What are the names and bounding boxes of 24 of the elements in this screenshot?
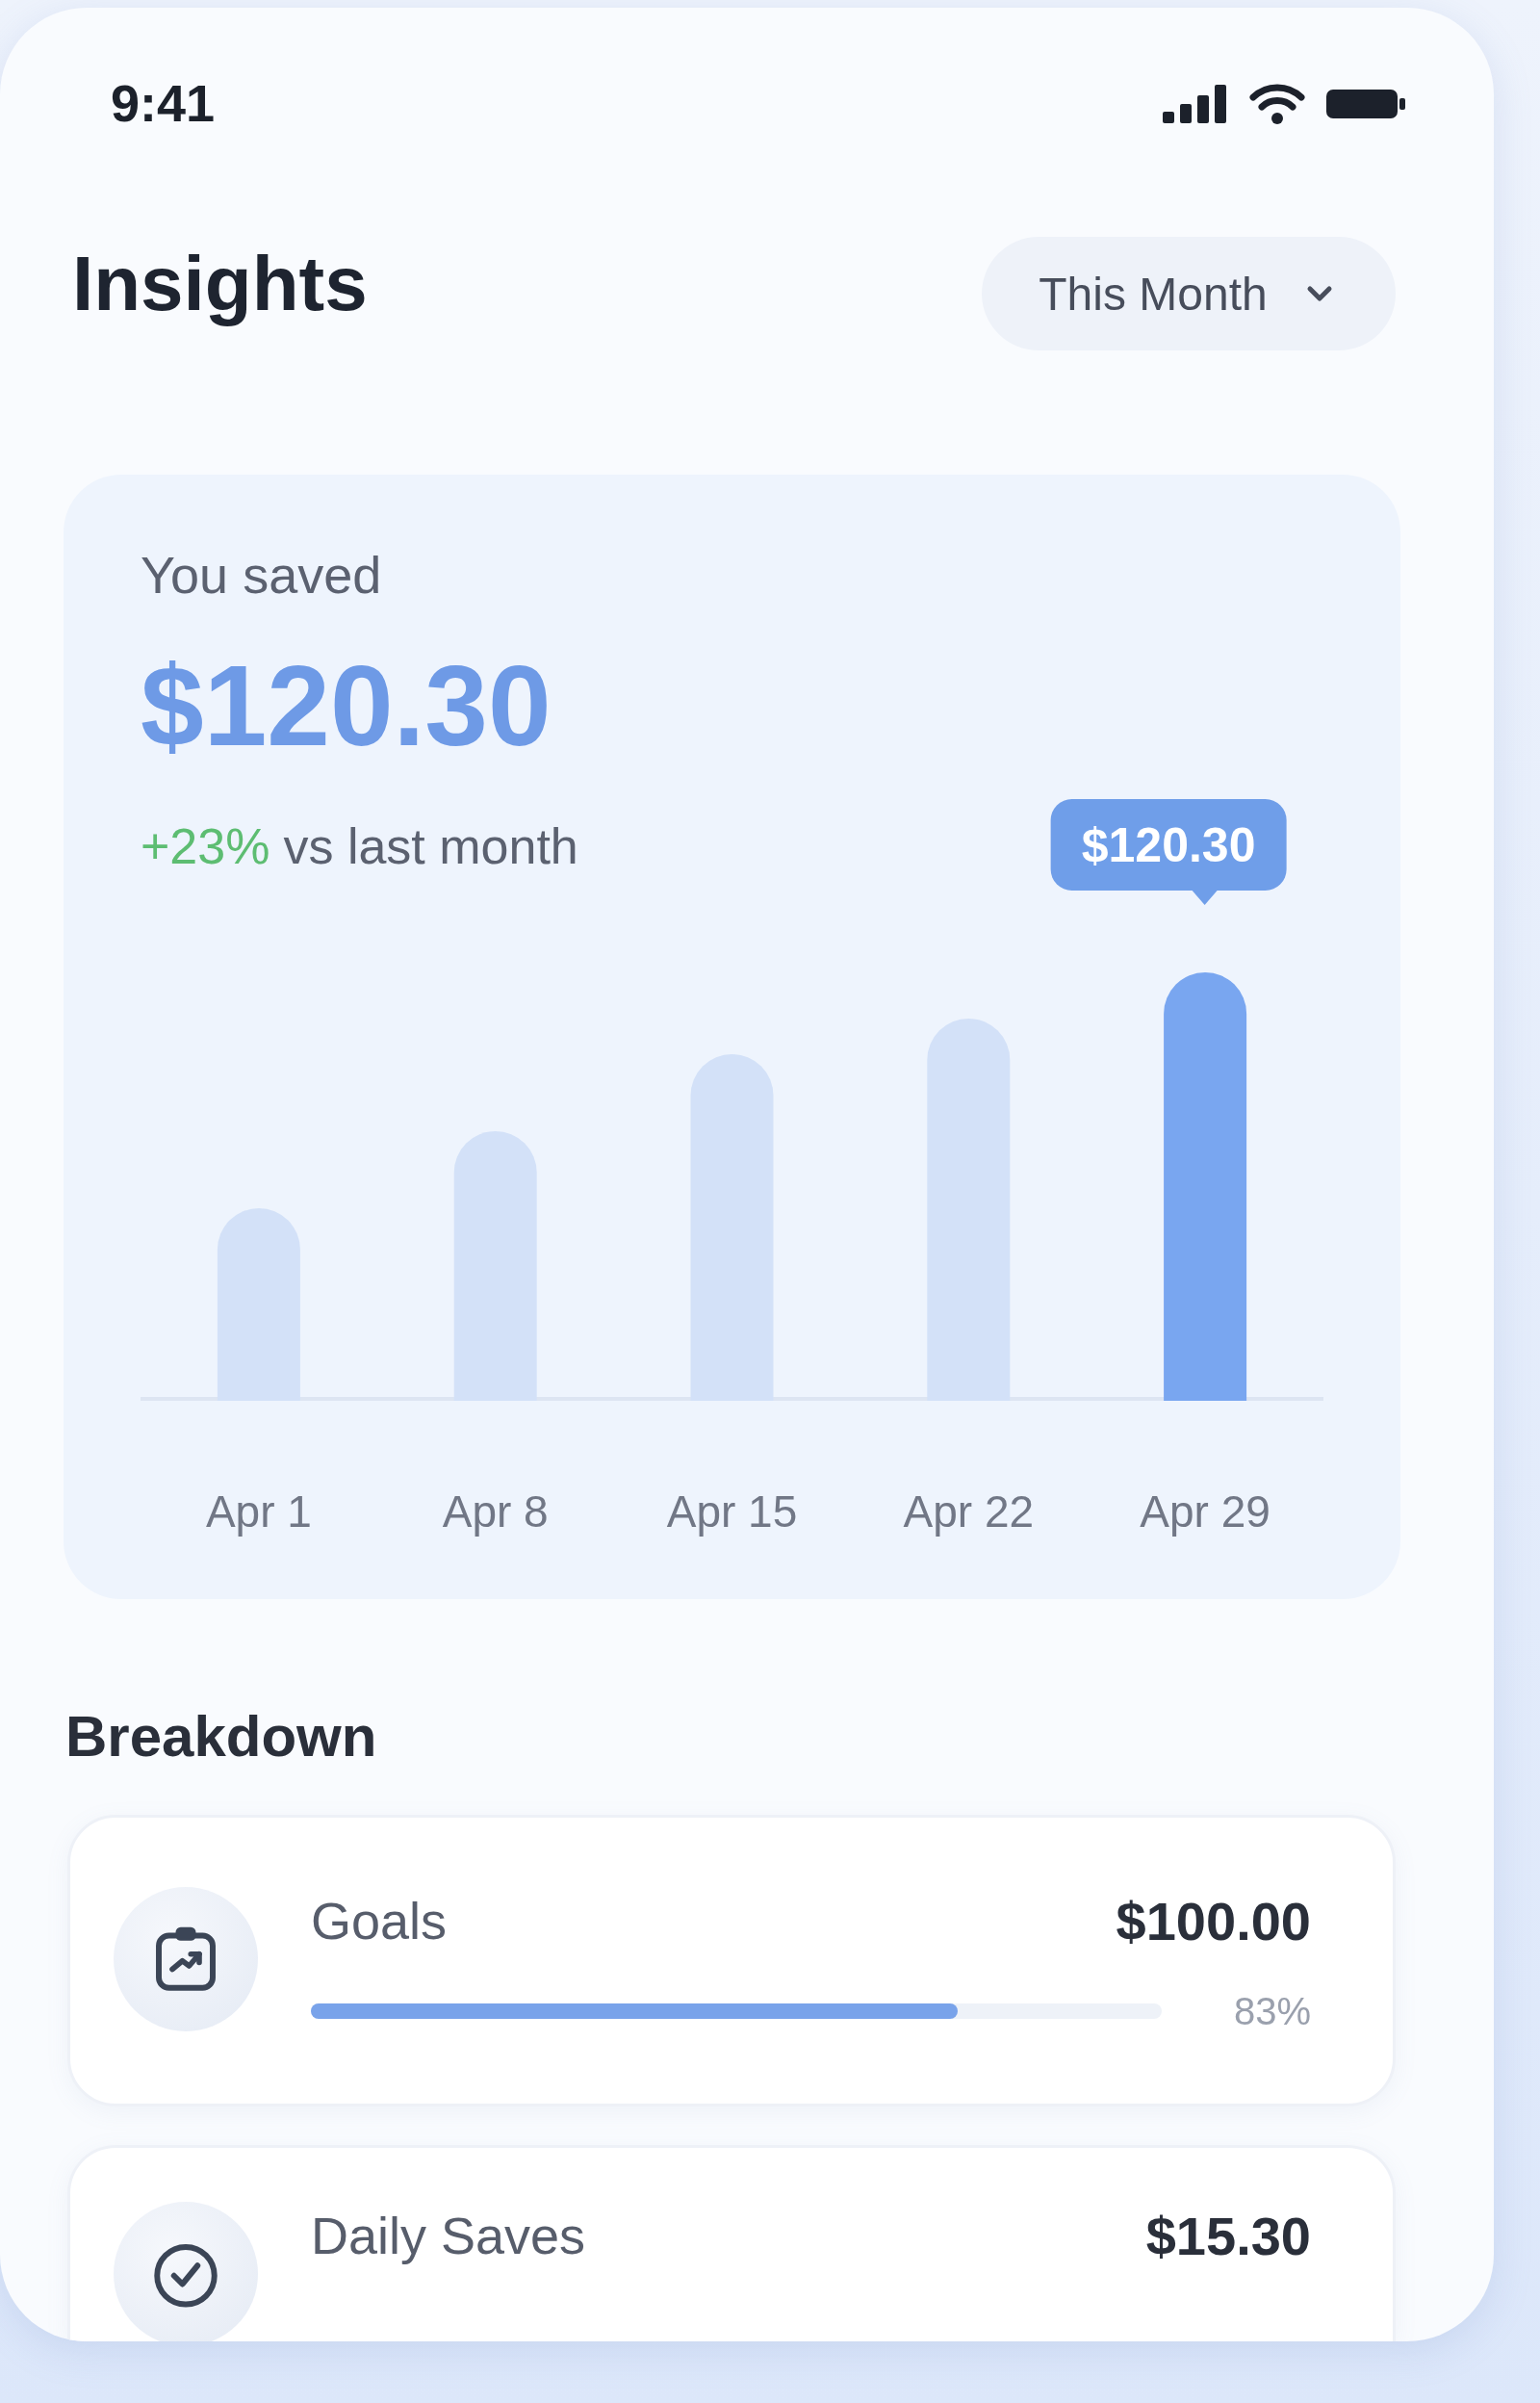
savings-amount: $120.30 <box>141 643 552 768</box>
page-title: Insights <box>72 240 368 328</box>
value-tooltip: $120.30 <box>1050 799 1287 905</box>
savings-label: You saved <box>141 545 383 606</box>
axis-label: Apr 8 <box>442 1486 549 1538</box>
axis-label: Apr 1 <box>205 1486 312 1538</box>
item-amount: $15.30 <box>1145 2204 1311 2267</box>
progress-percent: 83% <box>1233 1989 1311 2033</box>
breakdown-item[interactable]: Daily Saves $15.30 <box>67 2145 1396 2341</box>
status-time: 9:41 <box>111 75 216 133</box>
item-name: Goals <box>311 1891 448 1951</box>
change-percent: +23% <box>141 817 270 876</box>
battery-icon <box>1326 90 1405 118</box>
breakdown-item[interactable]: Goals $100.00 83% <box>67 1815 1396 2106</box>
axis-label: Apr 22 <box>903 1486 1035 1538</box>
axis-label: Apr 15 <box>666 1486 798 1538</box>
period-dropdown[interactable]: This Month <box>982 237 1396 350</box>
wifi-icon <box>1249 84 1305 124</box>
section-title: Breakdown <box>65 1703 378 1770</box>
axis-label: Apr 29 <box>1140 1486 1270 1538</box>
item-amount: $100.00 <box>1116 1889 1311 1952</box>
signal-icon <box>1163 85 1228 123</box>
item-name: Daily Saves <box>311 2206 586 2265</box>
comparison-text: vs last month <box>283 817 578 876</box>
